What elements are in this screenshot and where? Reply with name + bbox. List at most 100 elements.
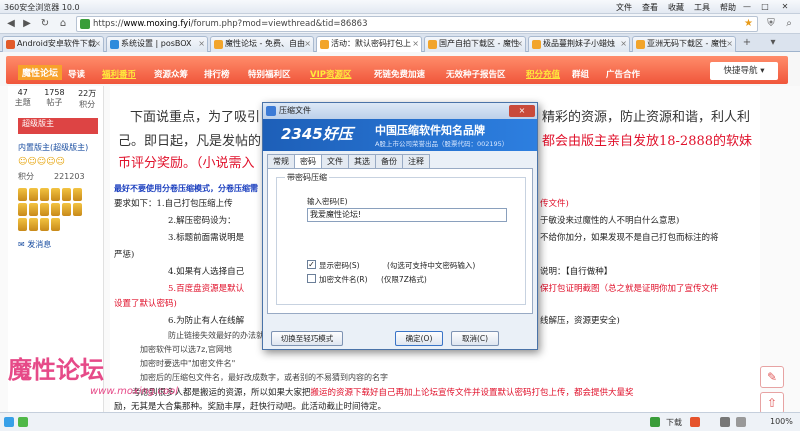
encrypt-names-label[interactable]: 加密文件名(R) <box>319 274 368 285</box>
close-tab-icon[interactable]: × <box>516 37 523 51</box>
tab-moxing-forum[interactable]: 魔性论坛 - 免费、自由 × <box>210 36 314 52</box>
tab-comment[interactable]: 注释 <box>402 154 430 168</box>
close-tab-icon[interactable]: × <box>304 37 311 51</box>
tab-backup[interactable]: 备份 <box>375 154 403 168</box>
bookmark-star-icon[interactable]: ★ <box>744 18 753 29</box>
close-tab-icon[interactable]: × <box>198 37 205 51</box>
nav-invalid-seeds[interactable]: 无效种子报告区 <box>446 68 506 80</box>
tab-activity[interactable]: 活动：默认密码打包上 × <box>316 36 422 52</box>
url-input[interactable]: https://www.moxing.fyi/forum.php?mod=vie… <box>76 16 758 32</box>
medal-icon[interactable] <box>40 203 49 216</box>
medal-icon[interactable] <box>29 203 38 216</box>
medal-icon[interactable] <box>18 188 27 201</box>
send-message-link[interactable]: ✉ 发消息 <box>18 239 103 250</box>
medal-icon[interactable] <box>18 203 27 216</box>
comment-icon[interactable]: ✎ <box>760 366 784 388</box>
nav-welfare-coins[interactable]: 福利番币 <box>102 68 136 80</box>
encrypt-names-checkbox[interactable] <box>307 274 316 283</box>
acceleration-icon[interactable] <box>18 417 28 427</box>
zoom-level[interactable]: 100% <box>770 417 793 426</box>
new-tab-icon[interactable]: + <box>740 36 754 50</box>
sogou-input-icon[interactable] <box>690 417 700 427</box>
tab-asia[interactable]: 亚洲无码下载区 - 魔性 × <box>632 36 736 52</box>
footer-c: 励，无其是大合集那种。奖励丰厚，赶快行动吧。此活动截止时间待定。 <box>114 402 387 412</box>
tab-posbox[interactable]: 系统设置 | posBOX × <box>106 36 208 52</box>
medal-icon[interactable] <box>62 203 71 216</box>
speed-icon[interactable] <box>4 417 14 427</box>
medal-icon[interactable] <box>73 188 82 201</box>
nav-recharge[interactable]: 积分充值 <box>526 68 560 80</box>
download-button[interactable]: 下载 <box>666 417 682 428</box>
password-label: 输入密码(E) <box>307 197 348 206</box>
close-window-icon[interactable]: ✕ <box>778 1 792 12</box>
tab-android[interactable]: Android安卓软件下载 × <box>2 36 104 52</box>
dialog-tabs: 常规 密码 文件 其选 备份 注释 <box>267 154 430 169</box>
medal-icon[interactable] <box>51 203 60 216</box>
nav-ranking[interactable]: 排行榜 <box>204 68 230 80</box>
close-tab-icon[interactable]: × <box>620 37 627 51</box>
user-group[interactable]: 内置版主(超级版主) <box>18 142 103 153</box>
tab-list-icon[interactable]: ▾ <box>766 36 780 50</box>
menu-help[interactable]: 帮助 <box>720 2 736 13</box>
dialog-titlebar[interactable]: 压缩文件 × <box>263 103 537 119</box>
ok-button[interactable]: 确定(O) <box>395 331 443 346</box>
search-icon[interactable]: ⌕ <box>782 17 796 31</box>
medal-icon[interactable] <box>51 188 60 201</box>
close-tab-icon[interactable]: × <box>726 37 733 51</box>
tab-domestic[interactable]: 国产自拍下载区 - 魔性 × <box>424 36 526 52</box>
medal-icon[interactable] <box>18 218 27 231</box>
shield-icon[interactable]: ⛨ <box>764 17 778 31</box>
cancel-button[interactable]: 取消(C) <box>451 331 499 346</box>
medal-icon[interactable] <box>51 218 60 231</box>
shield-status-icon[interactable] <box>650 417 660 427</box>
req-3-tail: 不给你加分，如果发现不是自己打包而标注的将 <box>540 233 719 243</box>
tab-candle[interactable]: 极品蔓荆妹子小蜡烛 × <box>528 36 630 52</box>
back-icon[interactable]: ◀ <box>4 17 18 31</box>
stat-points[interactable]: 22万 积分 <box>78 88 96 110</box>
nav-groups[interactable]: 群组 <box>572 68 589 80</box>
req-intro: 要求如下：1.自己打包压缩上传 <box>114 199 233 209</box>
sound-icon[interactable] <box>720 417 730 427</box>
stat-threads[interactable]: 47 主题 <box>15 88 31 110</box>
medal-icon[interactable] <box>73 203 82 216</box>
tab-password[interactable]: 密码 <box>294 154 322 169</box>
menu-file[interactable]: 文件 <box>616 2 632 13</box>
tab-general[interactable]: 常规 <box>267 154 295 168</box>
medal-icon[interactable] <box>29 218 38 231</box>
nav-deadlink[interactable]: 死链免费加速 <box>374 68 425 80</box>
show-password-label[interactable]: 显示密码(S) <box>319 260 360 271</box>
password-input[interactable]: 我爱魔性论坛! <box>307 208 507 222</box>
stat-posts[interactable]: 1758 帖子 <box>44 88 64 110</box>
show-password-checkbox[interactable]: ✓ <box>307 260 316 269</box>
medal-icon[interactable] <box>29 188 38 201</box>
minimize-icon[interactable]: — <box>740 1 754 12</box>
back-to-top-icon[interactable]: ⇧ <box>760 392 784 414</box>
home-icon[interactable]: ⌂ <box>56 17 70 31</box>
site-favicon-icon <box>110 40 119 49</box>
easy-mode-button[interactable]: 切换至轻巧模式 <box>271 331 343 346</box>
maximize-icon[interactable]: □ <box>758 1 772 12</box>
tab-files[interactable]: 文件 <box>321 154 349 168</box>
close-tab-icon[interactable]: × <box>412 37 419 51</box>
menu-favorites[interactable]: 收藏 <box>668 2 684 13</box>
tab-options[interactable]: 其选 <box>348 154 376 168</box>
site-logo[interactable]: 魔性论坛 <box>18 65 63 80</box>
medal-icon[interactable] <box>62 188 71 201</box>
screenshot-icon[interactable] <box>736 417 746 427</box>
forward-icon[interactable]: ▶ <box>20 17 34 31</box>
medal-icon[interactable] <box>40 218 49 231</box>
nav-crowdfunding[interactable]: 资源众筹 <box>154 68 188 80</box>
nav-ads[interactable]: 广告合作 <box>606 68 640 80</box>
quick-nav-button[interactable]: 快捷导航 ▾ <box>710 62 778 80</box>
dialog-close-button[interactable]: × <box>509 105 535 117</box>
medal-icon[interactable] <box>40 188 49 201</box>
nav-guide[interactable]: 导读 <box>68 68 85 80</box>
nav-special-welfare[interactable]: 特别福利区 <box>248 68 291 80</box>
nav-vip[interactable]: VIP资源区 <box>310 68 351 80</box>
close-tab-icon[interactable]: × <box>94 37 101 51</box>
menu-tools[interactable]: 工具 <box>694 2 710 13</box>
req-2: 2.解压密码设为： <box>168 216 236 226</box>
menu-view[interactable]: 查看 <box>642 2 658 13</box>
refresh-icon[interactable]: ↻ <box>38 17 52 31</box>
post-para-2b: 都会由版主亲自发放18-2888的软妹 <box>542 134 753 149</box>
